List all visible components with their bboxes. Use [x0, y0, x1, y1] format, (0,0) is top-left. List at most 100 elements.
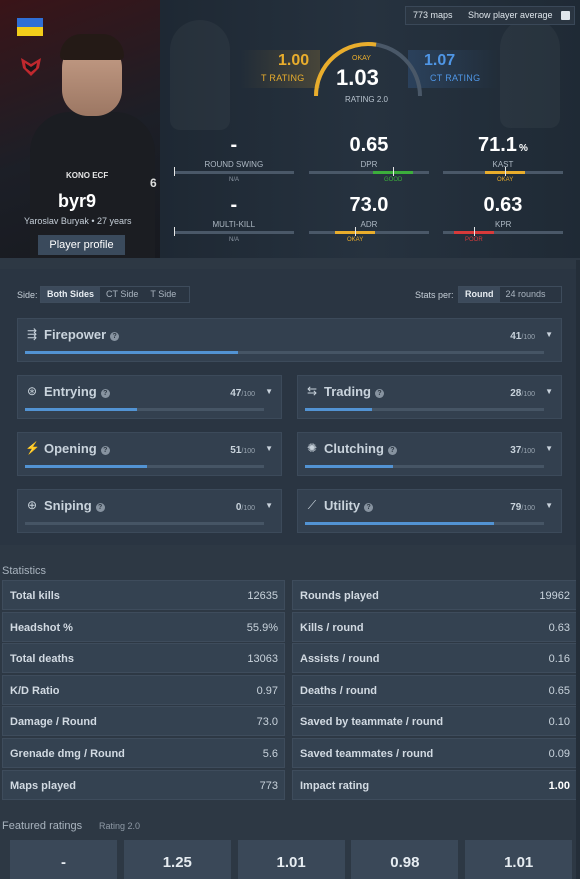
category-bar-fill: [25, 351, 238, 354]
show-average-label[interactable]: Show player average: [468, 10, 553, 20]
rating-value: 1.03: [336, 65, 379, 90]
tab-per-round[interactable]: Round: [459, 287, 500, 302]
category-entrying[interactable]: ⊛ Entrying? 47/100 ▼: [17, 375, 282, 419]
stat-row-label: Deaths / round: [300, 684, 378, 697]
stat-bar: [174, 231, 294, 234]
category-bar-fill: [25, 408, 138, 411]
statistics-title: Statistics: [2, 565, 47, 577]
player-hair: [60, 34, 124, 60]
category-name-text: Trading: [324, 384, 371, 399]
category-bar-track: [305, 408, 544, 411]
category-bar-track: [25, 408, 264, 411]
stat-bar-marker: [174, 227, 175, 236]
stat-row-label: Total deaths: [10, 653, 74, 666]
chevron-down-icon[interactable]: ▼: [265, 444, 273, 453]
chevron-down-icon[interactable]: ▼: [545, 330, 553, 339]
stat-row-label: Saved teammates / round: [300, 748, 434, 760]
tab-ct-side[interactable]: CT Side: [100, 287, 144, 302]
trading-icon: ⇆: [306, 384, 318, 398]
t-rating-value: 1.00: [278, 52, 310, 69]
stat-row: Impact rating 1.00: [292, 769, 577, 800]
category-score: 79/100: [510, 502, 535, 513]
category-opening[interactable]: ⚡ Opening? 51/100 ▼: [17, 432, 282, 476]
category-score: 51/100: [230, 445, 255, 456]
stat-row-label: Headshot %: [10, 621, 73, 634]
entrying-icon: ⊛: [26, 384, 38, 398]
firepower-icon: ⇶: [26, 327, 38, 341]
category-score-max: /100: [521, 334, 535, 341]
category-score-value: 28: [510, 388, 522, 399]
tab-both-sides[interactable]: Both Sides: [41, 287, 101, 302]
stat-row-value: 0.63: [548, 621, 570, 634]
stat-quality: GOOD: [384, 177, 403, 183]
category-name: Opening?: [44, 441, 110, 456]
help-icon[interactable]: ?: [100, 446, 110, 455]
stat-value-number: -: [230, 134, 238, 156]
category-score-value: 79: [510, 502, 522, 513]
chevron-down-icon[interactable]: ▼: [545, 501, 553, 510]
stat-row-label: K/D Ratio: [10, 684, 60, 697]
category-bar-track: [305, 522, 544, 525]
stat-value-number: 0.63: [483, 194, 523, 216]
tab-per-24-rounds[interactable]: 24 rounds: [500, 287, 552, 302]
category-score-value: 37: [510, 445, 522, 456]
maps-count: 773 maps: [413, 10, 453, 20]
stat-row-label: Total kills: [10, 590, 60, 602]
featured-rating-box[interactable]: 1.01: [237, 840, 345, 879]
category-name: Sniping?: [44, 498, 105, 513]
stat-quality: POOR: [465, 237, 483, 243]
category-name-text: Opening: [44, 441, 97, 456]
stat-row-label: Saved by teammate / round: [300, 716, 444, 729]
player-nickname: byr9: [58, 191, 97, 211]
stat-bar: [174, 171, 294, 174]
help-icon[interactable]: ?: [100, 389, 110, 398]
category-score: 28/100: [510, 388, 535, 399]
stat-label: KPR: [495, 220, 512, 229]
show-average-checkbox[interactable]: [561, 11, 570, 20]
category-clutching[interactable]: ✺ Clutching? 37/100 ▼: [297, 432, 562, 476]
chevron-down-icon[interactable]: ▼: [265, 501, 273, 510]
help-icon[interactable]: ?: [374, 389, 384, 398]
player-realname: Yaroslav Buryak • 27 years: [24, 216, 132, 226]
featured-rating-value: 1.01: [276, 854, 306, 871]
stat-row-label: Rounds played: [300, 590, 379, 602]
stat-value-number: -: [230, 194, 238, 216]
page-scrollbar[interactable]: [576, 260, 580, 879]
stat-row-label: Kills / round: [300, 621, 364, 634]
help-icon[interactable]: ?: [95, 503, 105, 512]
stat-value-number: 0.65: [349, 134, 389, 156]
help-icon[interactable]: ?: [387, 446, 397, 455]
stat-unit: %: [518, 143, 528, 154]
category-bar-track: [25, 522, 264, 525]
stat-row-value: 0.97: [256, 684, 278, 697]
category-sniping[interactable]: ⊕ Sniping? 0/100 ▼: [17, 489, 282, 533]
category-firepower[interactable]: ⇶ Firepower? 41/100 ▼: [17, 318, 562, 362]
chevron-down-icon[interactable]: ▼: [545, 387, 553, 396]
chevron-down-icon[interactable]: ▼: [265, 387, 273, 396]
stat-row-value: 13063: [247, 653, 278, 666]
category-name-text: Clutching: [324, 441, 384, 456]
category-bar-fill: [305, 408, 372, 411]
stat-row-value: 0.09: [548, 748, 570, 760]
featured-rating-box[interactable]: 1.01: [465, 840, 573, 879]
tab-t-side[interactable]: T Side: [144, 287, 182, 302]
t-rating-label: T RATING: [261, 73, 305, 83]
stat-row: Maps played 773: [2, 769, 285, 800]
stats-per-label: Stats per:: [415, 290, 454, 300]
help-icon[interactable]: ?: [110, 332, 120, 341]
category-utility[interactable]: ⟋ Utility? 79/100 ▼: [297, 489, 562, 533]
stat-bar-marker: [505, 167, 506, 176]
category-name-text: Firepower: [44, 327, 107, 342]
help-icon[interactable]: ?: [364, 503, 374, 512]
featured-rating-value: 0.98: [390, 854, 420, 871]
featured-rating-box[interactable]: 1.25: [123, 840, 231, 879]
featured-rating-box[interactable]: -: [10, 840, 117, 879]
ct-rating-value: 1.07: [424, 52, 456, 69]
player-profile-button[interactable]: Player profile: [38, 235, 125, 255]
category-score-max: /100: [241, 391, 255, 398]
category-score: 37/100: [510, 445, 535, 456]
featured-rating-box[interactable]: 0.98: [351, 840, 459, 879]
side-tabs: Both Sides CT Side T Side: [40, 286, 190, 303]
category-trading[interactable]: ⇆ Trading? 28/100 ▼: [297, 375, 562, 419]
chevron-down-icon[interactable]: ▼: [545, 444, 553, 453]
